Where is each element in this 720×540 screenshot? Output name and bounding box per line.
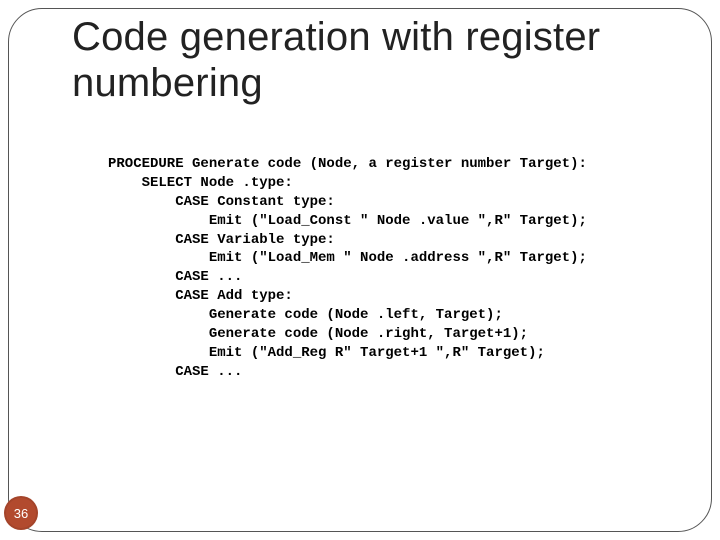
page-number: 36 <box>14 506 28 521</box>
code-line: CASE Variable type: <box>108 232 335 248</box>
code-line: PROCEDURE Generate code (Node, a registe… <box>108 156 587 172</box>
slide-title: Code generation with register numbering <box>72 14 680 106</box>
code-block: PROCEDURE Generate code (Node, a registe… <box>108 155 587 382</box>
code-line: CASE ... <box>108 269 242 285</box>
code-line: Emit ("Load_Mem " Node .address ",R" Tar… <box>108 250 587 266</box>
code-line: Emit ("Load_Const " Node .value ",R" Tar… <box>108 213 587 229</box>
code-line: Generate code (Node .left, Target); <box>108 307 503 323</box>
code-line: CASE ... <box>108 364 242 380</box>
code-line: CASE Add type: <box>108 288 293 304</box>
code-line: Emit ("Add_Reg R" Target+1 ",R" Target); <box>108 345 545 361</box>
code-line: SELECT Node .type: <box>108 175 293 191</box>
code-line: Generate code (Node .right, Target+1); <box>108 326 528 342</box>
code-line: CASE Constant type: <box>108 194 335 210</box>
page-number-badge: 36 <box>4 496 38 530</box>
slide: Code generation with register numbering … <box>0 0 720 540</box>
